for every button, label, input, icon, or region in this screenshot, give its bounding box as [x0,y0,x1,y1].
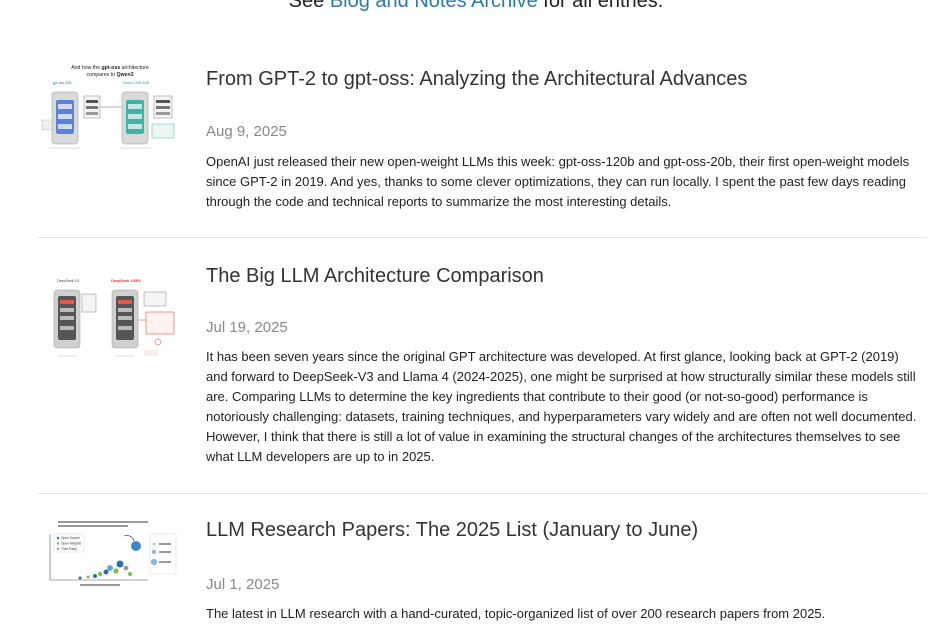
thumb-left-label: gpt-oss-20B [53,81,73,85]
post-item: DeepSeek V3 DeepSeek V3/R1 The Big LLM A… [38,262,927,482]
thumb-right-label: DeepSeek V3/R1 [111,279,141,283]
post-date: Aug 9, 2025 [206,123,287,140]
archive-link[interactable]: Blog and Notes Archive [330,0,538,12]
archive-prefix: See [288,0,330,12]
post-divider [38,237,927,238]
post-date: Jul 1, 2025 [206,576,280,593]
thumb-heading-2: compares to Qwen3 [86,72,133,78]
post-item: Open Source Open Weights Third Party LLM… [38,514,927,633]
post-thumbnail[interactable]: And how the gpt-oss architecture compare… [40,62,180,157]
post-item: And how the gpt-oss architecture compare… [38,62,927,222]
post-divider [38,493,927,494]
thumb-heading: And how the gpt-oss architecture [71,65,149,71]
thumb-legend-1: Open Source [61,536,80,540]
post-thumbnail[interactable]: Open Source Open Weights Third Party [40,516,180,611]
post-thumbnail[interactable]: DeepSeek V3 DeepSeek V3/R1 [40,276,180,371]
post-title[interactable]: From GPT-2 to gpt-oss: Analyzing the Arc… [206,68,747,91]
thumb-legend-3: Third Party [61,547,77,551]
post-title[interactable]: LLM Research Papers: The 2025 List (Janu… [206,519,698,542]
post-summary: It has been seven years since the origin… [206,349,917,465]
thumb-left-label: DeepSeek V3 [57,279,79,283]
post-summary: The latest in LLM research with a hand-c… [206,606,826,621]
archive-suffix: for all entries. [537,0,664,12]
post-date: Jul 19, 2025 [206,319,288,336]
post-title[interactable]: The Big LLM Architecture Comparison [206,265,544,288]
thumb-right-label: Qwen3 30B-A3B [123,81,150,85]
post-summary: OpenAI just released their new open-weig… [206,154,910,210]
thumb-legend-2: Open Weights [61,542,82,546]
archive-line: See Blog and Notes Archive for all entri… [0,0,952,13]
